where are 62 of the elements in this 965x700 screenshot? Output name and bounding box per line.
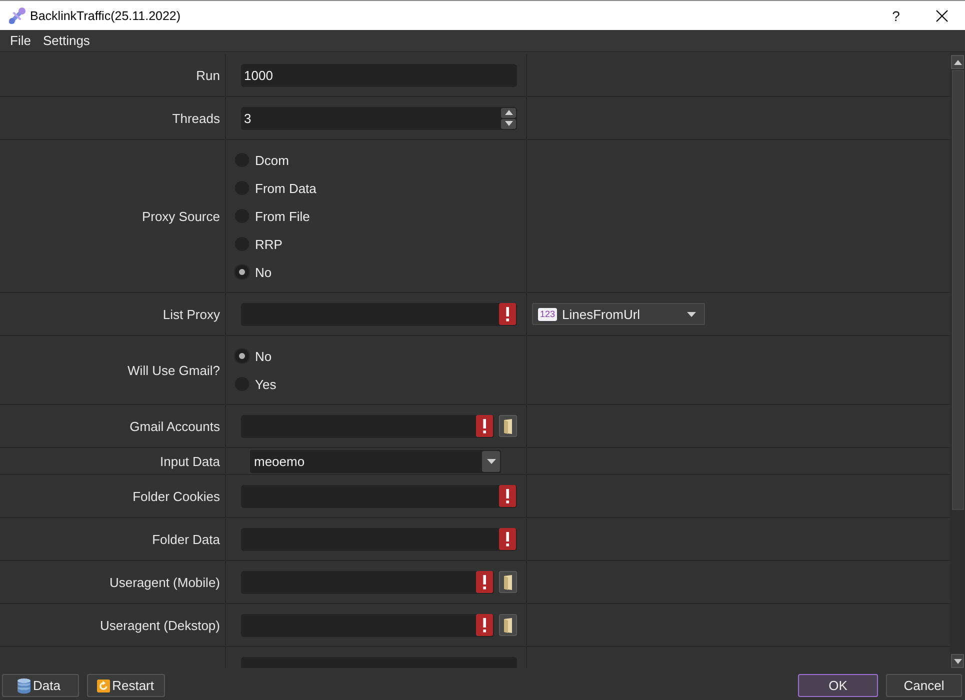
help-button[interactable]: ? bbox=[873, 1, 919, 30]
field-label: Folder Data bbox=[152, 532, 220, 546]
caret-icon bbox=[687, 312, 696, 316]
scroll-thumb[interactable] bbox=[952, 70, 964, 510]
data-button[interactable]: Data bbox=[2, 674, 79, 697]
browse-button[interactable] bbox=[499, 415, 517, 437]
folder-icon bbox=[503, 418, 513, 434]
text-field[interactable] bbox=[241, 528, 517, 550]
text-field[interactable] bbox=[241, 484, 517, 508]
up-arrow-icon bbox=[504, 110, 512, 115]
field-label: Useragent (Mobile) bbox=[109, 574, 220, 590]
text-field[interactable] bbox=[241, 614, 494, 636]
close-icon bbox=[936, 10, 948, 22]
menu-item[interactable]: File bbox=[4, 30, 37, 50]
window-title: BacklinkTraffic(25.11.2022) bbox=[30, 8, 182, 22]
field-label: Run bbox=[196, 68, 220, 82]
radio-label[interactable]: No bbox=[255, 348, 272, 364]
spin-up-button[interactable] bbox=[501, 108, 516, 118]
down-arrow-icon bbox=[504, 121, 512, 126]
scrollbar[interactable] bbox=[950, 52, 965, 668]
database-icon bbox=[17, 678, 31, 694]
field-label: Input Data bbox=[160, 454, 220, 468]
text-field[interactable]: 1000 bbox=[241, 64, 517, 86]
radio-button[interactable] bbox=[235, 349, 249, 363]
radio-label[interactable]: From Data bbox=[255, 180, 316, 196]
menu-item[interactable]: Settings bbox=[36, 30, 96, 50]
scroll-down-button[interactable] bbox=[951, 654, 964, 668]
radio-label[interactable]: Dcom bbox=[255, 152, 289, 168]
text-field[interactable] bbox=[241, 414, 494, 438]
folder-icon bbox=[503, 618, 513, 632]
dropdown-arrow-button[interactable] bbox=[482, 450, 500, 472]
radio-label[interactable]: RRP bbox=[255, 236, 282, 252]
spin-down-button[interactable] bbox=[501, 118, 516, 128]
up-arrow-icon bbox=[954, 60, 962, 64]
text-field[interactable] bbox=[241, 302, 517, 326]
browse-button[interactable] bbox=[499, 614, 517, 636]
number-field[interactable]: 3 bbox=[241, 106, 517, 130]
field-label: Gmail Accounts bbox=[130, 418, 220, 434]
field-label: Will Use Gmail? bbox=[128, 362, 220, 378]
field-label: Useragent (Dekstop) bbox=[100, 618, 220, 632]
folder-icon bbox=[503, 574, 513, 590]
dialog-button[interactable]: Cancel bbox=[886, 674, 962, 697]
refresh-icon bbox=[97, 678, 110, 694]
down-arrow-icon bbox=[954, 658, 962, 664]
restart-button[interactable]: Restart bbox=[87, 674, 165, 697]
dropdown[interactable]: meoemo bbox=[250, 450, 501, 472]
field-label: Proxy Source bbox=[142, 208, 220, 224]
radio-label[interactable]: From File bbox=[255, 208, 310, 224]
dropdown[interactable]: 123 LinesFromUrl bbox=[532, 303, 705, 325]
caret-icon bbox=[486, 458, 496, 464]
scroll-up-button[interactable] bbox=[951, 55, 964, 69]
radio-label[interactable]: Yes bbox=[255, 376, 276, 392]
dialog-button[interactable]: OK bbox=[798, 674, 878, 697]
text-field[interactable] bbox=[241, 570, 494, 594]
type-tag: 123 bbox=[538, 308, 558, 320]
radio-button[interactable] bbox=[235, 265, 249, 279]
radio-label[interactable]: No bbox=[255, 264, 272, 280]
app-icon bbox=[8, 6, 26, 24]
field-label: List Proxy bbox=[162, 306, 220, 322]
browse-button[interactable] bbox=[499, 571, 517, 593]
field-label: Folder Cookies bbox=[132, 488, 220, 504]
field-label: Threads bbox=[172, 110, 220, 126]
